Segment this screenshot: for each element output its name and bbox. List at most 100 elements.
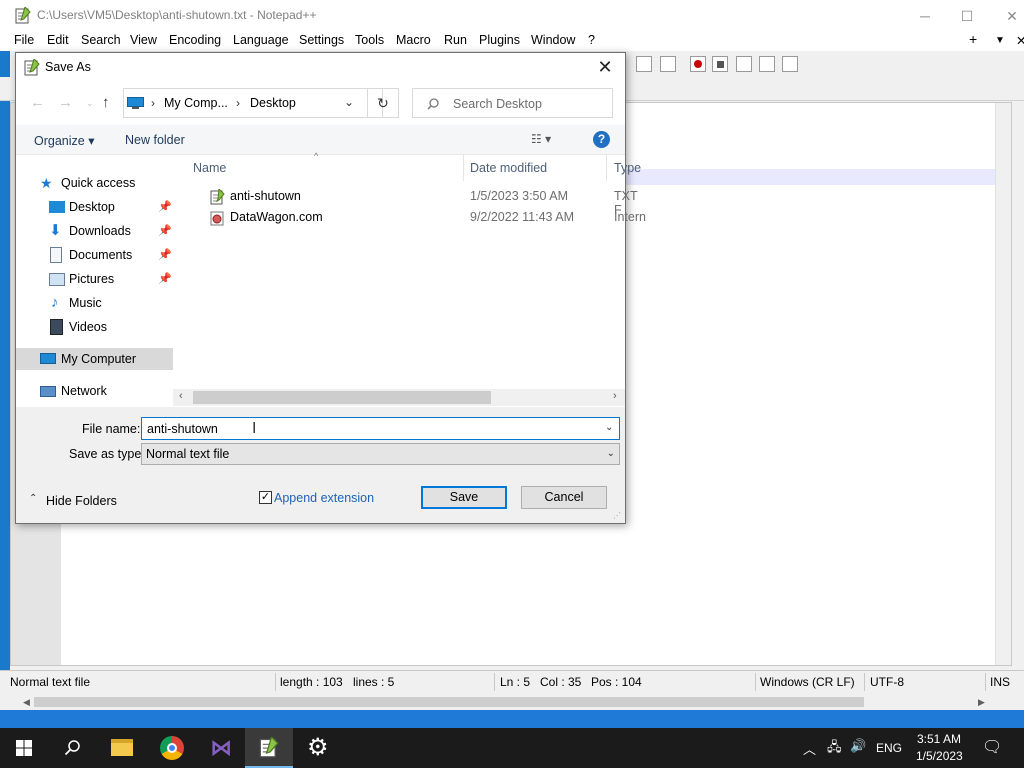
menu-help[interactable]: ?	[588, 33, 595, 47]
search-box[interactable]: Search Desktop	[412, 88, 613, 118]
scroll-left-arrow-icon[interactable]: ◀	[23, 697, 30, 708]
network-tray-icon[interactable]: 🖧	[827, 738, 842, 760]
scrollbar-thumb[interactable]	[34, 697, 864, 707]
clock-date[interactable]: 1/5/2023	[916, 749, 963, 763]
star-icon: ★	[40, 175, 53, 191]
file-row[interactable]: DataWagon.com 9/2/2022 11:43 AM Intern	[173, 207, 646, 228]
status-position: Pos : 104	[591, 675, 642, 689]
save-macro-icon[interactable]	[782, 56, 798, 72]
hide-folders-button[interactable]: Hide Folders	[46, 494, 117, 508]
refresh-button[interactable]: ↻	[367, 88, 399, 118]
file-row[interactable]: anti-shutown 1/5/2023 3:50 AM TXT F	[173, 186, 637, 217]
nav-videos[interactable]: Videos	[16, 316, 173, 338]
close-window-button[interactable]: ✕	[989, 4, 1024, 28]
resize-grip-icon[interactable]: ⋰	[613, 511, 621, 520]
scroll-right-arrow-icon[interactable]: ▶	[978, 697, 985, 708]
menu-edit[interactable]: Edit	[47, 33, 69, 47]
menu-language[interactable]: Language	[233, 33, 289, 47]
nav-quick-access[interactable]: ★ Quick access	[16, 172, 173, 194]
scroll-right-arrow-icon[interactable]: ›	[613, 390, 617, 402]
dialog-close-button[interactable]: ✕	[591, 55, 619, 79]
settings-taskbar-button[interactable]: ⚙	[294, 728, 342, 768]
menu-file[interactable]: File	[14, 33, 34, 47]
maximize-button[interactable]: ☐	[944, 4, 990, 28]
forward-arrow-icon[interactable]: →	[58, 94, 73, 111]
notepadpp-taskbar-button[interactable]	[245, 728, 293, 768]
breadcrumb-desktop[interactable]: Desktop	[250, 96, 296, 110]
navigation-pane: ★ Quick access Desktop 📌 ⬇ Downloads 📌 D…	[16, 155, 173, 405]
file-name-dropdown-icon[interactable]: ⌄	[605, 422, 613, 433]
address-bar[interactable]: › My Comp... › Desktop ⌄	[123, 88, 383, 118]
new-folder-button[interactable]: New folder	[125, 133, 185, 147]
address-dropdown-icon[interactable]: ⌄	[344, 95, 354, 109]
nav-music[interactable]: ♪ Music	[16, 292, 173, 314]
nav-my-computer[interactable]: My Computer	[16, 348, 173, 370]
file-list-horizontal-scrollbar[interactable]: ‹ ›	[173, 389, 625, 406]
editor-horizontal-scrollbar[interactable]: ◀ ▶	[20, 694, 990, 710]
column-separator	[463, 155, 464, 181]
npp-menubar: File Edit Search View Encoding Language …	[0, 31, 1024, 51]
search-icon	[64, 740, 80, 756]
column-header-name[interactable]: Name	[193, 161, 226, 175]
organize-button[interactable]: Organize ▾	[34, 133, 94, 148]
toolbar-view-icon[interactable]	[660, 56, 676, 72]
visual-studio-taskbar-button[interactable]: ⋈	[197, 728, 245, 768]
scrollbar-thumb[interactable]	[193, 391, 491, 404]
scroll-left-arrow-icon[interactable]: ‹	[179, 390, 183, 402]
notifications-icon[interactable]: 🗨	[982, 737, 1002, 757]
nav-pictures[interactable]: Pictures 📌	[16, 268, 173, 290]
append-extension-checkbox[interactable]: ✓	[259, 491, 272, 504]
desktop-background	[0, 710, 1024, 728]
breadcrumb-my-computer[interactable]: My Comp...	[164, 96, 228, 110]
file-explorer-taskbar-button[interactable]	[98, 728, 146, 768]
menu-tools[interactable]: Tools	[355, 33, 384, 47]
volume-icon[interactable]: 🔊	[850, 738, 866, 754]
help-icon[interactable]: ?	[593, 131, 610, 148]
menu-window[interactable]: Window	[531, 33, 575, 47]
menu-macro[interactable]: Macro	[396, 33, 431, 47]
tab-list-button[interactable]: ▼	[995, 35, 1005, 46]
editor-vertical-scrollbar[interactable]	[995, 103, 1011, 665]
nav-downloads[interactable]: ⬇ Downloads 📌	[16, 220, 173, 242]
menu-settings[interactable]: Settings	[299, 33, 344, 47]
nav-desktop[interactable]: Desktop 📌	[16, 196, 173, 218]
menu-plugins[interactable]: Plugins	[479, 33, 520, 47]
new-tab-button[interactable]: +	[969, 31, 977, 47]
internet-shortcut-icon	[210, 211, 224, 226]
close-tab-button[interactable]: ✕	[1016, 33, 1024, 48]
search-taskbar-button[interactable]	[48, 728, 96, 768]
append-extension-label[interactable]: Append extension	[274, 491, 374, 505]
minimize-button[interactable]: ─	[902, 4, 948, 28]
file-name-input[interactable]	[141, 417, 620, 440]
back-arrow-icon[interactable]: ←	[30, 94, 45, 111]
save-button[interactable]: Save	[421, 486, 507, 509]
clock-time[interactable]: 3:51 AM	[917, 732, 961, 746]
show-hidden-icons-chevron-icon[interactable]: ︿	[803, 739, 816, 758]
run-multiple-macro-icon[interactable]	[759, 56, 775, 72]
visual-studio-icon: ⋈	[210, 735, 232, 760]
menu-encoding[interactable]: Encoding	[169, 33, 221, 47]
save-as-type-select[interactable]: Normal text file ⌄	[141, 443, 620, 465]
videos-icon	[50, 319, 63, 335]
stop-macro-icon[interactable]	[712, 56, 728, 72]
taskbar: ⋈ ⚙ ︿ 🖧 🔊 ENG 3:51 AM 1/5/2023 🗨	[0, 728, 1024, 768]
chrome-taskbar-button[interactable]	[148, 728, 196, 768]
nav-documents[interactable]: Documents 📌	[16, 244, 173, 266]
menu-run[interactable]: Run	[444, 33, 467, 47]
language-indicator[interactable]: ENG	[876, 741, 902, 755]
nav-network[interactable]: Network	[16, 380, 173, 402]
cancel-button[interactable]: Cancel	[521, 486, 607, 509]
view-options-icon[interactable]: ☷ ▾	[531, 132, 551, 146]
record-macro-icon[interactable]	[690, 56, 706, 72]
up-arrow-icon[interactable]: ↑	[102, 94, 110, 111]
start-button[interactable]	[0, 728, 48, 768]
recent-locations-icon[interactable]: ⌄	[86, 98, 94, 109]
text-cursor-icon: Ⅰ	[252, 420, 257, 437]
column-header-date[interactable]: Date modified	[470, 161, 547, 175]
column-separator	[606, 155, 607, 181]
play-macro-icon[interactable]	[736, 56, 752, 72]
menu-search[interactable]: Search	[81, 33, 121, 47]
menu-view[interactable]: View	[130, 33, 157, 47]
toolbar-folder-icon[interactable]	[636, 56, 652, 72]
column-header-type[interactable]: Type	[614, 161, 641, 175]
